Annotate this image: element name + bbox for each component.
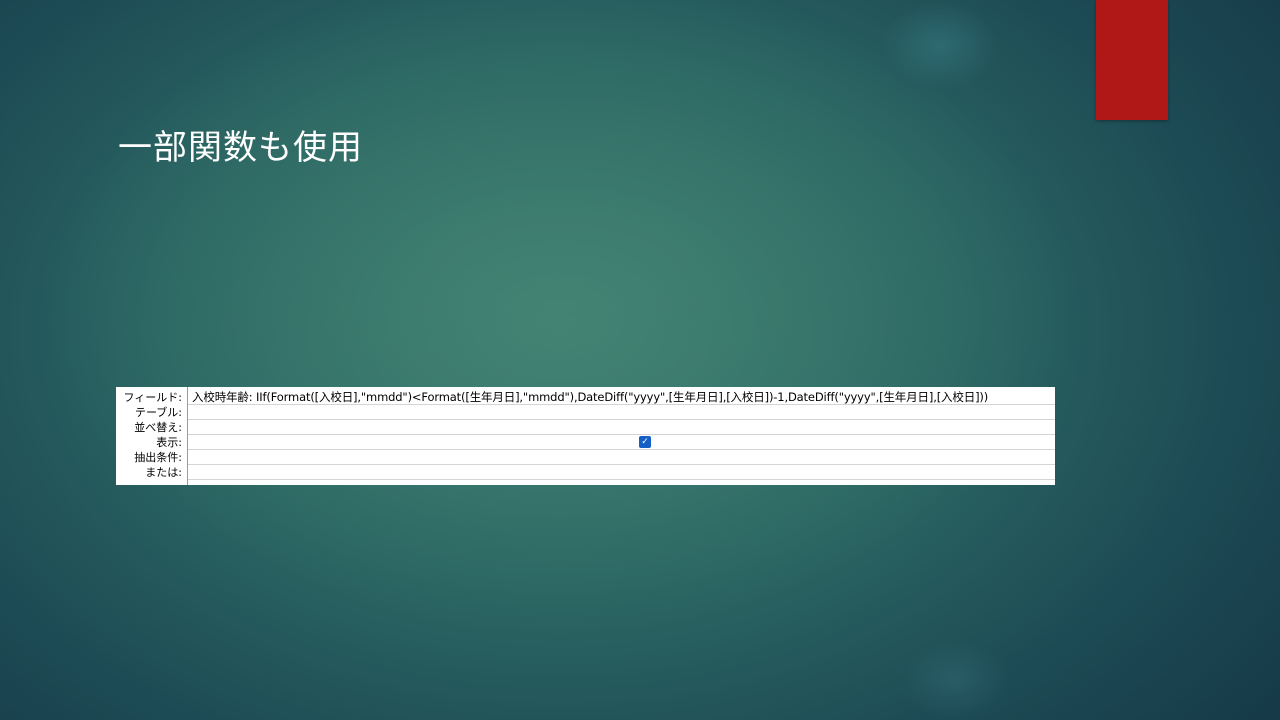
table-cell[interactable]: [188, 405, 1055, 420]
checkmark-icon: ✓: [641, 437, 649, 447]
row-label-criteria: 抽出条件:: [134, 451, 182, 464]
query-design-grid: フィールド: テーブル: 並べ替え: 表示: 抽出条件: または: 入校時年齢:…: [116, 387, 1055, 485]
show-checkbox[interactable]: ✓: [639, 436, 651, 448]
row-label-field: フィールド:: [123, 391, 183, 404]
sort-cell[interactable]: [188, 420, 1055, 435]
or-cell[interactable]: [188, 465, 1055, 480]
background-glow: [900, 640, 1010, 720]
slide-title: 一部関数も使用: [118, 128, 363, 168]
background-glow: [880, 0, 1000, 90]
row-label-or: または:: [145, 466, 182, 479]
accent-bar: [1096, 0, 1168, 120]
criteria-cell[interactable]: [188, 450, 1055, 465]
field-cell[interactable]: 入校時年齢: IIf(Format([入校日],"mmdd")<Format([…: [188, 390, 1055, 405]
row-labels: フィールド: テーブル: 並べ替え: 表示: 抽出条件: または:: [116, 387, 188, 485]
row-label-sort: 並べ替え:: [134, 421, 182, 434]
show-cell[interactable]: ✓: [188, 435, 1055, 450]
row-label-show: 表示:: [156, 436, 182, 449]
query-column: 入校時年齢: IIf(Format([入校日],"mmdd")<Format([…: [188, 387, 1055, 485]
row-label-table: テーブル:: [134, 406, 182, 419]
